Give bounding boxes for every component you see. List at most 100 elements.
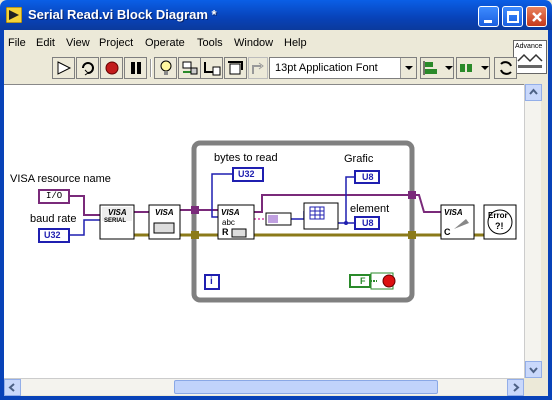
visa-resource-label: VISA resource name [10, 173, 111, 185]
menu-window[interactable]: Window [234, 37, 273, 49]
close-button[interactable] [526, 6, 547, 27]
vertical-scrollbar[interactable] [524, 84, 542, 378]
menu-tools[interactable]: Tools [197, 37, 223, 49]
step-into-button[interactable] [200, 57, 223, 79]
pause-icon [131, 62, 141, 74]
visa-read-node-r-text: R [222, 227, 229, 237]
title-bar[interactable]: Serial Read.vi Block Diagram * [0, 0, 552, 30]
menu-operate[interactable]: Operate [145, 37, 185, 49]
distribute-objects-icon [460, 64, 489, 72]
visa-serial-node-top-text: VISA [108, 208, 127, 217]
highlight-execution-icon [160, 60, 172, 75]
step-over-icon [228, 61, 243, 75]
font-selector-value: 13pt Application Font [275, 62, 378, 74]
baud-rate-terminal[interactable]: U32 [38, 228, 70, 243]
step-into-icon [204, 62, 221, 76]
chevron-down-icon [405, 66, 413, 70]
align-objects-icon [423, 61, 453, 75]
numeric-wire [338, 176, 354, 224]
step-over-button[interactable] [224, 57, 247, 79]
font-selector[interactable]: 13pt Application Font [269, 57, 417, 79]
menu-edit[interactable]: Edit [36, 37, 55, 49]
loop-tunnel [408, 191, 416, 199]
minimize-icon [484, 20, 492, 23]
visa-read-node-abc-text: abc [222, 218, 235, 227]
font-selector-dropdown[interactable] [400, 58, 416, 78]
toolbar-separator [150, 59, 152, 77]
chevron-down-icon [529, 367, 538, 374]
window-title: Serial Read.vi Block Diagram * [28, 7, 217, 22]
element-label: element [350, 203, 390, 215]
grafic-label: Grafic [344, 153, 374, 165]
run-continuously-icon [82, 62, 94, 76]
run-arrow-icon [57, 61, 72, 75]
maximize-icon [507, 11, 519, 23]
scroll-up-button[interactable] [525, 84, 542, 101]
element-indicator-terminal[interactable]: U8 [354, 216, 380, 230]
loop-tunnel [408, 231, 416, 239]
numeric-wire [291, 211, 305, 220]
loop-iteration-label: i [210, 276, 213, 287]
menu-project[interactable]: Project [99, 37, 133, 49]
grafic-indicator-terminal[interactable]: U8 [354, 170, 380, 184]
visa-serial-node-bottom-text: SERIAL [104, 218, 127, 224]
loop-tunnel [191, 231, 199, 239]
u8-type-label: U8 [362, 218, 374, 228]
toolbar: 13pt Application Font [4, 57, 517, 81]
retain-wire-values-icon [182, 61, 198, 75]
step-out-icon [252, 62, 264, 74]
visa-resource-terminal[interactable]: I/O [38, 189, 70, 204]
menu-bar: File Edit View Project Operate Tools Win… [4, 34, 509, 54]
u32-type-label: U32 [238, 169, 255, 179]
scroll-left-button[interactable] [4, 379, 21, 396]
run-button[interactable] [52, 57, 75, 79]
minimize-button[interactable] [478, 6, 499, 27]
chevron-up-icon [529, 88, 538, 95]
baud-rate-label: baud rate [30, 213, 77, 225]
context-help-palette-icon[interactable]: Advance [513, 40, 547, 74]
reorder-icon [500, 61, 512, 75]
visa-close-node-top-text: VISA [444, 208, 463, 217]
error-node-top-text: Error [488, 211, 508, 220]
abort-button[interactable] [100, 57, 123, 79]
step-out-button[interactable] [248, 57, 268, 79]
align-objects-button[interactable] [420, 57, 454, 79]
scroll-right-button[interactable] [507, 379, 524, 396]
highlight-execution-button[interactable] [154, 57, 177, 79]
block-diagram-canvas[interactable]: VISA resource name baud rate bytes to re… [4, 84, 524, 378]
u8-type-label: U8 [362, 172, 374, 182]
menu-view[interactable]: View [66, 37, 90, 49]
advanced-graphic-icon [517, 53, 543, 68]
error-node-bottom-text: ?! [495, 221, 504, 231]
pause-button[interactable] [124, 57, 147, 79]
chevron-left-icon [8, 383, 15, 392]
abort-icon [105, 61, 119, 75]
visa-read-node-top-text: VISA [221, 208, 240, 217]
u32-type-label: U32 [44, 230, 61, 240]
false-constant[interactable]: F [349, 274, 371, 288]
loop-tunnel [191, 206, 199, 214]
bytes-to-read-terminal[interactable]: U32 [232, 167, 264, 182]
horizontal-scrollbar[interactable] [4, 378, 524, 396]
stop-icon [382, 274, 396, 288]
visa-flush-node-text: VISA [155, 208, 174, 217]
menu-help[interactable]: Help [284, 37, 307, 49]
distribute-objects-button[interactable] [456, 57, 490, 79]
close-icon [532, 12, 542, 22]
scroll-down-button[interactable] [525, 361, 542, 378]
retain-wire-values-button[interactable] [178, 57, 201, 79]
menu-file[interactable]: File [8, 37, 26, 49]
reorder-button[interactable] [494, 57, 517, 79]
horizontal-scroll-thumb[interactable] [174, 380, 438, 394]
maximize-button[interactable] [502, 6, 523, 27]
visa-wire [412, 194, 441, 213]
wire-junction [344, 221, 348, 225]
io-type-label: I/O [46, 191, 63, 201]
false-constant-label: F [360, 276, 366, 286]
labview-app-icon [6, 7, 22, 23]
resize-grip[interactable] [524, 378, 541, 395]
chevron-right-icon [513, 383, 520, 392]
visa-close-node-c-text: C [444, 227, 451, 237]
run-continuously-button[interactable] [76, 57, 99, 79]
bytes-to-read-label: bytes to read [214, 152, 278, 164]
